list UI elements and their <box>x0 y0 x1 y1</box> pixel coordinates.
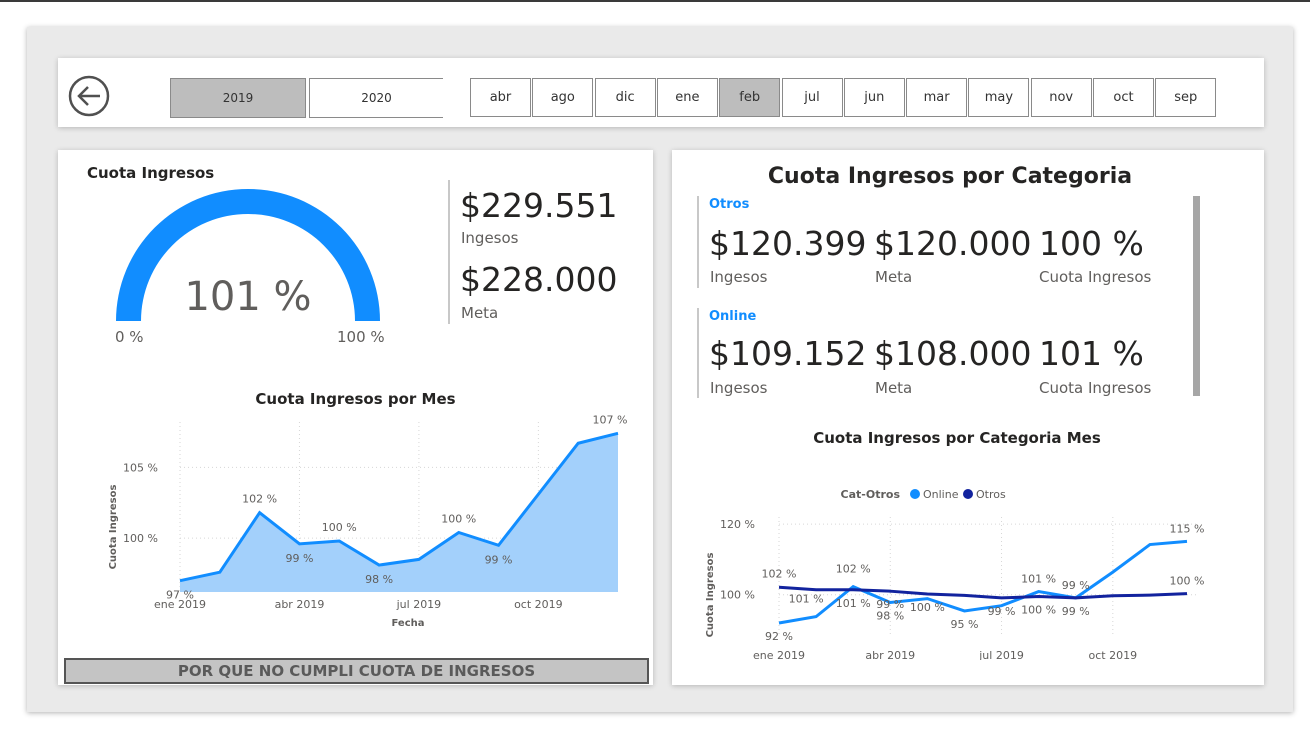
chart1-data-label: 99 % <box>485 553 513 566</box>
chart2-legend-marker <box>963 489 973 499</box>
category-name-otros: Otros <box>709 197 750 212</box>
report-canvas: Cuota Ingresos 101 % 0 % 100 % $229.551 … <box>27 27 1293 712</box>
online-meta-label: Meta <box>875 379 913 397</box>
chart2-legend-marker <box>910 489 920 499</box>
year-button-2020[interactable]: 2020 <box>309 78 443 118</box>
month-button-ene[interactable]: ene <box>656 78 718 117</box>
month-button-mar[interactable]: mar <box>906 78 968 117</box>
chart2-data-label-online: 92 % <box>765 630 793 643</box>
month-button-feb[interactable]: feb <box>719 78 781 117</box>
chart1-x-tick: oct 2019 <box>514 598 563 611</box>
chart2-x-tick: jul 2019 <box>978 649 1024 660</box>
chart2-data-label-otros: 100 % <box>910 601 945 614</box>
chart2-data-label-online: 101 % <box>789 593 824 606</box>
why-quota-missed-button[interactable]: POR QUE NO CUMPLI CUOTA DE INGRESOS <box>64 658 649 684</box>
totals-divider <box>448 180 450 324</box>
category-monthly-line-chart: Cat-Otros Online Otros 100 % 120 % ene 2019 ab… <box>705 488 1205 660</box>
left-panel: Cuota Ingresos 101 % 0 % 100 % $229.551 … <box>58 150 653 685</box>
online-cuota-label: Cuota Ingresos <box>1039 379 1152 397</box>
window-top-border <box>0 0 1310 2</box>
chart1-area <box>180 433 618 592</box>
chart1-y-axis-label: Cuota Ingresos <box>108 485 119 570</box>
chart2-data-label-online: 95 % <box>950 618 978 631</box>
gauge-min-label: 0 % <box>115 328 144 346</box>
chart2-data-label-online: 102 % <box>836 563 871 576</box>
chart2-title: Cuota Ingresos por Categoria Mes <box>813 429 1101 447</box>
chart1-y-tick: 105 % <box>123 461 158 474</box>
category-divider-otros <box>697 196 699 288</box>
categories-scrollbar[interactable] <box>1193 196 1200 396</box>
online-meta-value: $108.000 <box>874 334 1032 373</box>
chart1-x-tick: jul 2019 <box>396 598 442 611</box>
chart2-data-label-online: 99 % <box>1062 605 1090 618</box>
otros-meta-value: $120.000 <box>874 224 1032 263</box>
monthly-quota-area-chart: 100 %105 %ene 2019 abr 2019 jul 2019 oct 20… <box>108 413 628 629</box>
chart2-data-label-otros: 99 % <box>1062 579 1090 592</box>
right-panel: Cuota Ingresos por Categoria Otros $120.… <box>672 150 1264 685</box>
chart1-data-label: 99 % <box>285 552 313 565</box>
back-arrow-icon[interactable] <box>68 75 110 117</box>
otros-ingresos-value: $120.399 <box>709 224 867 263</box>
otros-cuota-value: 100 % <box>1039 224 1144 263</box>
month-button-jun[interactable]: jun <box>843 78 905 117</box>
month-button-ago[interactable]: ago <box>532 78 594 117</box>
total-ingresos-value: $229.551 <box>460 186 618 225</box>
chart2-series-line-online <box>778 539 1188 625</box>
total-meta-value: $228.000 <box>460 260 618 299</box>
otros-ingresos-label: Ingesos <box>710 268 768 286</box>
chart1-data-label: 107 % <box>593 413 628 426</box>
chart2-legend-item: Otros <box>976 488 1006 501</box>
categories-title: Cuota Ingresos por Categoria <box>767 164 1133 189</box>
year-button-2019[interactable]: 2019 <box>170 78 306 118</box>
chart1-title: Cuota Ingresos por Mes <box>255 390 456 408</box>
otros-cuota-label: Cuota Ingresos <box>1039 268 1152 286</box>
chart1-data-label: 97 % <box>166 589 194 602</box>
month-button-dic[interactable]: dic <box>594 78 656 117</box>
chart1-y-tick: 100 % <box>123 532 158 545</box>
month-button-oct[interactable]: oct <box>1093 78 1154 117</box>
otros-meta-label: Meta <box>875 268 913 286</box>
chart2-x-tick: abr 2019 <box>865 649 915 660</box>
chart2-data-label-otros: 99 % <box>988 605 1016 618</box>
online-ingresos-value: $109.152 <box>709 334 867 373</box>
chart2-data-label-online: 101 % <box>1021 573 1056 586</box>
chart1-x-axis-label: Fecha <box>391 618 424 629</box>
chart1-x-tick: abr 2019 <box>275 598 325 611</box>
month-button-sep[interactable]: sep <box>1155 78 1217 117</box>
month-button-jul[interactable]: jul <box>781 78 843 117</box>
chart1-data-label: 100 % <box>322 521 357 534</box>
month-button-abr[interactable]: abr <box>470 78 531 117</box>
chart2-data-label-otros: 102 % <box>762 567 797 580</box>
chart1-data-label: 98 % <box>365 573 393 586</box>
chart2-data-label-online: 115 % <box>1170 522 1205 535</box>
chart2-data-label-otros: 99 % <box>876 598 904 611</box>
gauge-max-label: 100 % <box>337 328 385 346</box>
chart2-x-tick: ene 2019 <box>753 649 805 660</box>
chart2-data-label-online: 98 % <box>876 609 904 622</box>
online-ingresos-label: Ingesos <box>710 379 768 397</box>
online-cuota-value: 101 % <box>1039 334 1144 373</box>
month-button-may[interactable]: may <box>968 78 1030 117</box>
category-name-online: Online <box>709 309 757 324</box>
chart2-data-label-otros: 101 % <box>836 597 871 610</box>
chart1-data-label: 102 % <box>242 493 277 506</box>
total-ingresos-label: Ingesos <box>461 229 519 247</box>
chart2-y-tick: 100 % <box>720 589 755 602</box>
total-meta-label: Meta <box>461 304 499 322</box>
chart2-legend-item: Online <box>923 488 959 501</box>
chart1-data-label: 100 % <box>441 513 476 526</box>
gauge-title: Cuota Ingresos <box>87 164 215 182</box>
chart2-data-label-otros: 100 % <box>1021 603 1056 616</box>
chart2-data-label-otros: 100 % <box>1170 575 1205 588</box>
chart2-legend-title: Cat-Otros <box>841 488 901 501</box>
month-button-nov[interactable]: nov <box>1030 78 1092 117</box>
gauge-value: 101 % <box>184 274 312 320</box>
chart2-y-axis-label: Cuota Ingresos <box>705 553 716 638</box>
category-divider-online <box>697 308 699 398</box>
chart2-x-tick: oct 2019 <box>1089 649 1138 660</box>
chart2-y-tick: 120 % <box>720 518 755 531</box>
